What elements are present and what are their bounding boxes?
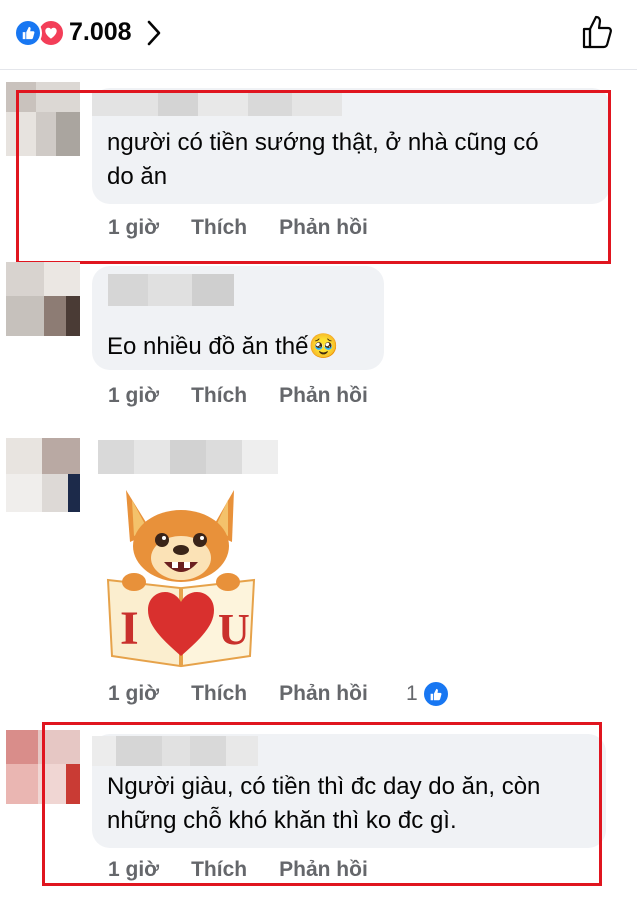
comment-bubble: Eo nhiều đồ ăn thế🥹 [92,266,384,370]
comment-like-count[interactable]: 1 [406,680,450,708]
like-button[interactable]: Thích [191,682,247,706]
reactions-bar: 7.008 [0,0,637,68]
svg-text:I: I [120,602,139,655]
red-highlight-box [16,90,611,264]
reaction-summary[interactable]: 7.008 [14,18,162,47]
svg-text:U: U [218,605,250,654]
like-count-number: 1 [406,682,418,705]
divider [0,69,637,70]
like-reaction-icon [14,18,42,47]
comment-text: Eo nhiều đồ ăn thế🥹 [107,330,338,364]
chevron-right-icon[interactable] [146,20,162,46]
comment-text-body: Eo nhiều đồ ăn thế [107,333,309,360]
i-love-u-dog-sticker[interactable]: I U [106,484,256,670]
reaction-count: 7.008 [69,18,132,46]
comment-time: 1 giờ [108,682,160,705]
blurred-author-name[interactable] [98,440,278,474]
comment-actions: 1 giờ Thích Phản hồi [108,384,368,408]
like-button[interactable]: Thích [191,384,247,408]
avatar[interactable] [6,438,80,512]
avatar[interactable] [6,262,80,336]
blurred-author-name[interactable] [108,274,234,306]
comment-time: 1 giờ [108,384,160,407]
reply-button[interactable]: Phản hồi [279,682,368,706]
like-reaction-icon [421,680,450,708]
comment-actions: 1 giờ Thích Phản hồi [108,682,368,706]
crying-face-emoji: 🥹 [308,333,339,360]
thumbs-up-outline-icon[interactable] [581,14,615,50]
reply-button[interactable]: Phản hồi [279,384,368,408]
red-highlight-box [42,722,602,886]
